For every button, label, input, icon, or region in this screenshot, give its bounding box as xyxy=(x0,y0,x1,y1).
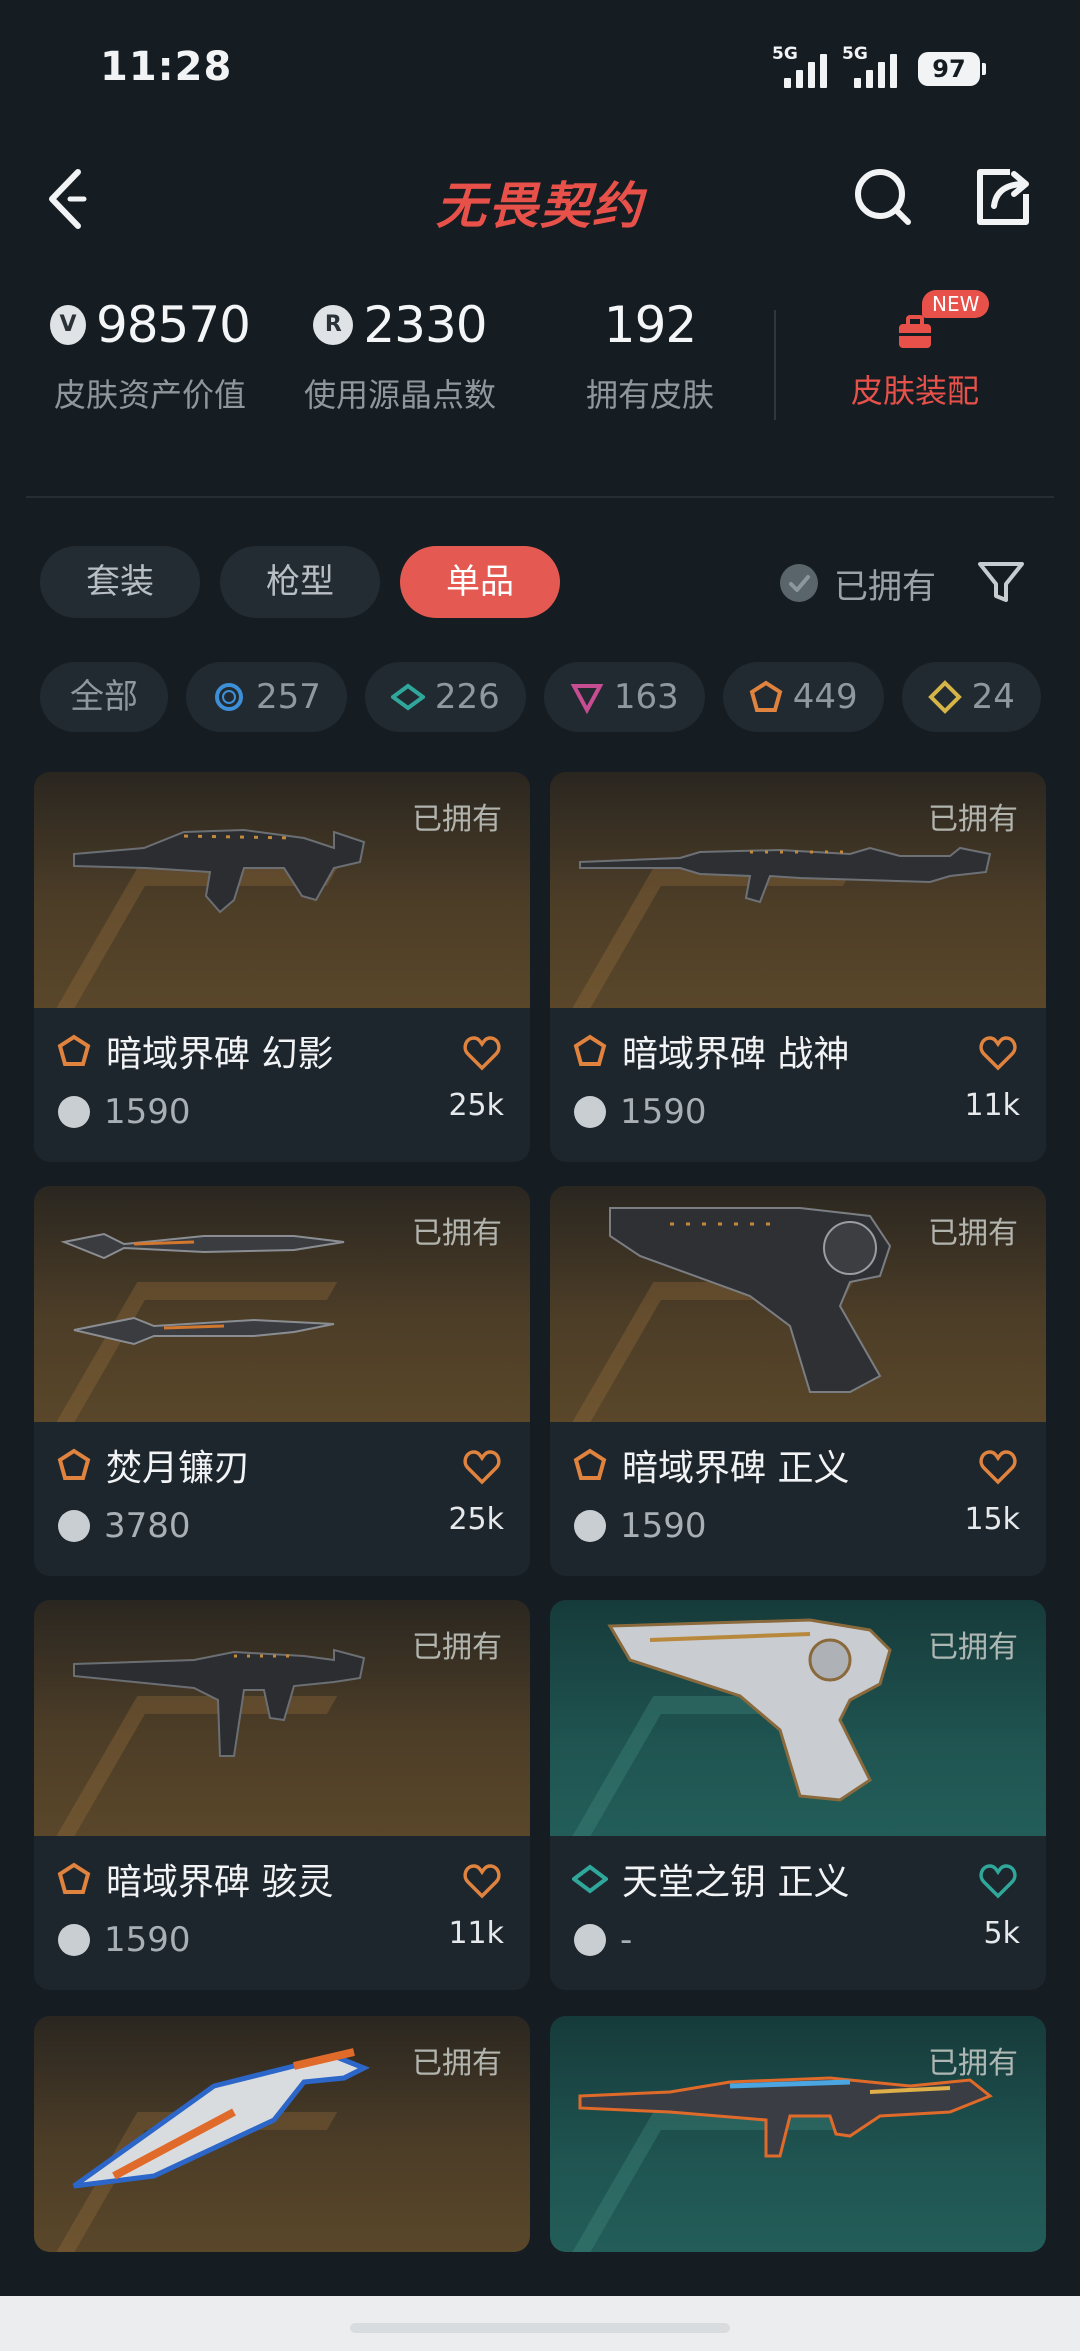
skin-image: 已拥有 xyxy=(34,1600,530,1836)
check-icon xyxy=(780,564,818,602)
ultra-tier-icon xyxy=(57,1862,91,1894)
vp-coin-icon xyxy=(574,1924,606,1956)
stats-divider xyxy=(774,310,776,420)
deluxe-tier-icon xyxy=(390,683,425,711)
category-tabs: 套装 枪型 单品 xyxy=(40,546,560,618)
like-count: 11k xyxy=(448,1916,504,1951)
home-indicator[interactable] xyxy=(350,2323,730,2333)
skin-image: 已拥有 xyxy=(550,772,1046,1008)
skin-name: 暗域界碑 骇灵 xyxy=(106,1862,334,1903)
skin-card[interactable]: 已拥有 暗域界碑 幻影 1590 25k xyxy=(34,772,530,1162)
select-tier-icon xyxy=(215,683,243,711)
skin-image: 已拥有 xyxy=(550,1600,1046,1836)
status-time: 11:28 xyxy=(100,44,233,90)
signal-icon-2: 5G xyxy=(842,44,912,88)
skin-image: 已拥有 xyxy=(34,2016,530,2252)
signal-icon: 5G xyxy=(772,44,842,88)
like-count: 5k xyxy=(983,1916,1020,1951)
share-button[interactable] xyxy=(970,164,1036,230)
search-button[interactable] xyxy=(850,164,916,230)
skin-name: 天堂之钥 正义 xyxy=(622,1862,850,1903)
skin-card[interactable]: 已拥有 天堂之钥 正义 - 5k xyxy=(550,1600,1046,1990)
vp-coin-icon: V xyxy=(50,305,86,345)
ultra-tier-icon xyxy=(57,1448,91,1480)
owned-filter-toggle[interactable]: 已拥有 xyxy=(780,558,936,608)
skin-image: 已拥有 xyxy=(550,2016,1046,2252)
vp-coin-icon xyxy=(58,1096,90,1128)
skin-name: 暗域界碑 正义 xyxy=(622,1448,850,1489)
radianite-coin-icon: R xyxy=(313,305,354,345)
like-count: 25k xyxy=(448,1502,504,1537)
skin-image: 已拥有 xyxy=(34,772,530,1008)
stats-panel: V 98570 皮肤资产价值 R 2330 使用源晶点数 192 拥有皮肤 NE… xyxy=(0,290,1080,460)
heart-icon[interactable] xyxy=(978,1448,1018,1486)
page-title: 无畏契约 xyxy=(436,177,644,235)
heart-icon[interactable] xyxy=(462,1034,502,1072)
status-bar: 11:28 5G 5G 97 xyxy=(0,0,1080,140)
skin-image: 已拥有 xyxy=(550,1186,1046,1422)
skin-card[interactable]: 已拥有 暗域界碑 战神 1590 11k xyxy=(550,772,1046,1162)
skin-card[interactable]: 已拥有 xyxy=(550,2016,1046,2252)
chip-deluxe-tier[interactable]: 226 xyxy=(364,662,526,732)
rarity-filter-chips: 全部 257 226 163 449 24 xyxy=(40,662,1054,732)
skin-card[interactable]: 已拥有 暗域界碑 骇灵 1590 11k xyxy=(34,1600,530,1990)
heart-icon[interactable] xyxy=(978,1034,1018,1072)
heart-icon[interactable] xyxy=(462,1448,502,1486)
skin-price: 1590 xyxy=(104,1920,191,1960)
vp-coin-icon xyxy=(58,1924,90,1956)
filter-button[interactable] xyxy=(976,560,1026,606)
section-divider xyxy=(26,496,1054,498)
filter-icon xyxy=(978,562,1024,602)
premium-tier-icon xyxy=(570,684,604,714)
vp-coin-icon xyxy=(58,1510,90,1542)
skin-price: 1590 xyxy=(620,1092,707,1132)
share-icon xyxy=(977,169,1029,225)
like-count: 11k xyxy=(964,1088,1020,1123)
search-icon xyxy=(855,169,911,225)
skin-name: 焚月镰刃 xyxy=(106,1448,251,1489)
briefcase-icon xyxy=(895,312,935,352)
skin-card[interactable]: 已拥有 xyxy=(34,2016,530,2252)
tab-bundle[interactable]: 套装 xyxy=(40,546,200,618)
skin-image: 已拥有 xyxy=(34,1186,530,1422)
ultra-tier-icon xyxy=(57,1034,91,1066)
vp-coin-icon xyxy=(574,1510,606,1542)
tab-single-item[interactable]: 单品 xyxy=(400,546,560,618)
app-header: 无畏契约 xyxy=(0,140,1080,260)
skin-price: 1590 xyxy=(620,1506,707,1546)
skin-card[interactable]: 已拥有 暗域界碑 正义 1590 15k xyxy=(550,1186,1046,1576)
chip-select-tier[interactable]: 257 xyxy=(186,662,347,732)
like-count: 25k xyxy=(448,1088,504,1123)
exclusive-tier-icon xyxy=(927,680,962,714)
deluxe-tier-icon xyxy=(572,1864,608,1894)
heart-icon[interactable] xyxy=(978,1862,1018,1900)
chip-ultra-tier[interactable]: 449 xyxy=(722,662,884,732)
skins-owned-stat: 192 拥有皮肤 xyxy=(585,296,714,414)
points-used-stat: R 2330 使用源晶点数 xyxy=(303,296,496,414)
skin-name: 暗域界碑 战神 xyxy=(622,1034,850,1075)
chip-exclusive-tier[interactable]: 24 xyxy=(901,662,1041,732)
ultra-tier-icon xyxy=(573,1034,607,1066)
skin-name: 暗域界碑 幻影 xyxy=(106,1034,334,1075)
heart-icon[interactable] xyxy=(462,1862,502,1900)
like-count: 15k xyxy=(964,1502,1020,1537)
battery-indicator: 97 xyxy=(918,52,986,86)
skin-loadout-button[interactable]: NEW 皮肤装配 xyxy=(830,290,1000,412)
skin-price: 3780 xyxy=(104,1506,191,1546)
vp-coin-icon xyxy=(574,1096,606,1128)
chip-premium-tier[interactable]: 163 xyxy=(543,662,705,732)
tab-weapon-type[interactable]: 枪型 xyxy=(220,546,380,618)
ultra-tier-icon xyxy=(749,680,783,712)
skin-card[interactable]: 已拥有 焚月镰刃 3780 25k xyxy=(34,1186,530,1576)
skin-price: - xyxy=(620,1920,633,1960)
chip-all[interactable]: 全部 xyxy=(40,662,168,732)
ultra-tier-icon xyxy=(573,1448,607,1480)
skin-price: 1590 xyxy=(104,1092,191,1132)
asset-value-stat: V 98570 皮肤资产价值 xyxy=(50,290,251,416)
